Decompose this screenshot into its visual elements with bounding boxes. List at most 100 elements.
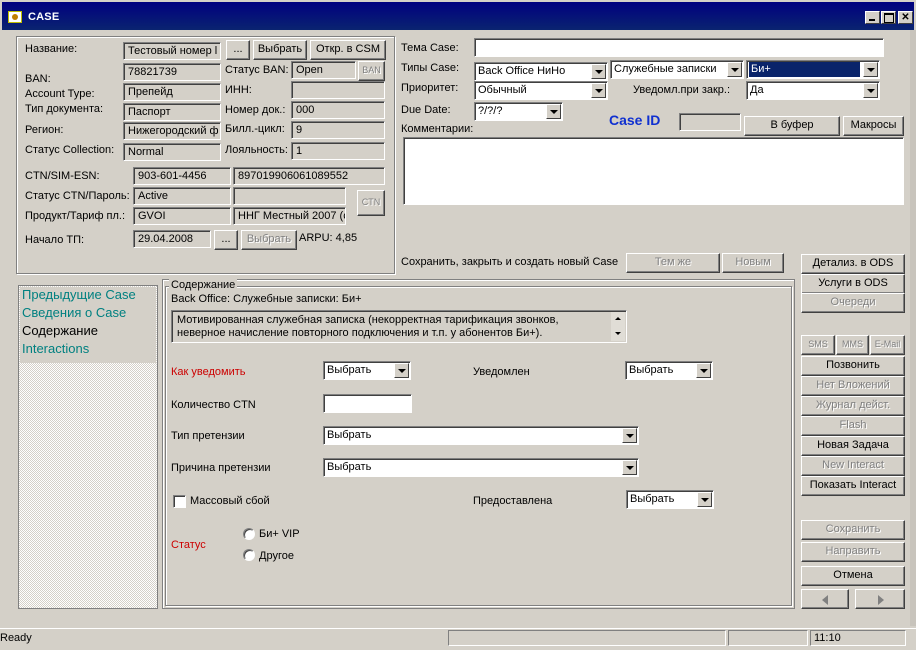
loyalty-field: 1 (291, 142, 385, 160)
email-button[interactable]: E-Mail (870, 335, 905, 355)
collection-label: Статус Collection: (25, 144, 115, 156)
chevron-down-icon[interactable] (696, 363, 711, 378)
status-radio-vip[interactable] (243, 528, 255, 540)
case-subject-input[interactable] (474, 38, 884, 57)
show-interact-button[interactable]: Показать Interact (801, 476, 905, 496)
chevron-down-icon[interactable] (863, 62, 878, 77)
send-button[interactable]: Направить (801, 542, 905, 562)
comments-label: Комментарии: (401, 123, 474, 135)
scroll-up-icon[interactable] (615, 317, 621, 320)
name-field: Тестовый номер l (123, 42, 221, 60)
ctn-field: 903-601-4456 (133, 167, 231, 185)
services-ods-button[interactable]: Услуги в ODS (801, 274, 905, 294)
how-notify-select[interactable]: Выбрать (323, 361, 411, 380)
notify-close-label: Уведомл.при закр.: (633, 84, 731, 96)
content-header: Back Office: Служебные записки: Би+ (171, 293, 362, 305)
chevron-down-icon[interactable] (591, 64, 606, 79)
mass-failure-checkbox[interactable] (173, 495, 186, 508)
priority-label: Приоритет: (401, 82, 459, 94)
ctn-count-input[interactable] (323, 394, 412, 413)
priority-select[interactable]: Обычный (474, 81, 608, 100)
ban-status-field: Open (291, 61, 356, 79)
nav-item-interactions[interactable]: Interactions (22, 341, 89, 356)
call-button[interactable]: Позвонить (801, 356, 905, 376)
chevron-down-icon[interactable] (622, 460, 637, 475)
case-subject-label: Тема Case: (401, 42, 459, 54)
tp-ellipsis-button[interactable]: ... (214, 230, 238, 250)
new-interact-button[interactable]: New Interact (801, 456, 905, 476)
chevron-down-icon[interactable] (697, 492, 712, 507)
cancel-button[interactable]: Отмена (801, 566, 905, 586)
window-title-bar[interactable]: CASE ✕ (2, 2, 914, 30)
queues-button[interactable]: Очереди (801, 293, 905, 313)
claim-type-select[interactable]: Выбрать (323, 426, 639, 445)
select-customer-button[interactable]: Выбрать (253, 40, 307, 60)
prev-arrow-button[interactable] (801, 589, 849, 609)
macros-button[interactable]: Макросы (843, 116, 904, 136)
ctn-status-field: Active (133, 187, 231, 205)
provided-label: Предоставлена (473, 495, 553, 507)
case-type2-select[interactable]: Служебные записки (610, 60, 744, 79)
provided-select[interactable]: Выбрать (626, 490, 714, 509)
tp-select-button[interactable]: Выбрать (241, 230, 297, 250)
chevron-down-icon[interactable] (394, 363, 409, 378)
claim-reason-select[interactable]: Выбрать (323, 458, 639, 477)
sim-field: 897019906061089552 (233, 167, 385, 185)
nav-item-case-details[interactable]: Сведения о Case (22, 305, 126, 320)
due-date-picker[interactable]: ?/?/? (474, 102, 563, 121)
status-clock: 11:10 (810, 630, 906, 646)
product-field: GVOI (133, 207, 231, 225)
flash-button[interactable]: Flash (801, 416, 905, 436)
close-button[interactable]: ✕ (898, 11, 913, 24)
nav-item-previous-cases[interactable]: Предыдущие Case (22, 287, 136, 302)
maximize-button[interactable] (881, 11, 896, 24)
tp-start-label: Начало ТП: (25, 234, 85, 246)
copy-to-buffer-button[interactable]: В буфер (744, 116, 840, 136)
status-option-other-label: Другое (259, 550, 294, 562)
save-button[interactable]: Сохранить (801, 520, 905, 540)
doc-type-field: Паспорт (123, 103, 221, 121)
status-panel-1 (448, 630, 726, 646)
account-type-field: Препейд (123, 83, 221, 101)
chevron-down-icon[interactable] (863, 83, 878, 98)
nav-item-content[interactable]: Содержание (22, 323, 98, 338)
new-case-same-button[interactable]: Тем же (626, 253, 720, 273)
new-case-new-button[interactable]: Новым (722, 253, 784, 273)
chevron-down-icon[interactable] (622, 428, 637, 443)
sms-button[interactable]: SMS (801, 335, 835, 355)
region-label: Регион: (25, 124, 64, 136)
minimize-button[interactable] (865, 11, 880, 24)
chevron-down-icon[interactable] (727, 62, 742, 77)
status-option-vip-label: Би+ VIP (259, 528, 300, 540)
due-date-label: Due Date: (401, 104, 451, 116)
no-attachments-button[interactable]: Нет Вложений (801, 376, 905, 396)
action-log-button[interactable]: Журнал дейст. (801, 396, 905, 416)
scroll-down-icon[interactable] (615, 332, 621, 335)
name-ellipsis-button[interactable]: ... (226, 40, 250, 60)
description-scrollbar[interactable] (611, 312, 625, 341)
status-radio-other[interactable] (243, 549, 255, 561)
product-label: Продукт/Тариф пл.: (25, 210, 126, 222)
chevron-down-icon[interactable] (591, 83, 606, 98)
details-ods-button[interactable]: Детализ. в ODS (801, 254, 905, 274)
case-type3-select[interactable]: Би+ (746, 60, 880, 79)
save-new-case-label: Сохранить, закрыть и создать новый Case (401, 256, 619, 268)
bill-cycle-field: 9 (291, 121, 385, 139)
description-line-2: неверное начисление повторного подключен… (177, 327, 543, 339)
mms-button[interactable]: MMS (836, 335, 869, 355)
notify-close-select[interactable]: Да (746, 81, 880, 100)
chevron-down-icon[interactable] (546, 104, 561, 119)
new-task-button[interactable]: Новая Задача (801, 436, 905, 456)
open-csm-button[interactable]: Откр. в CSM (310, 40, 386, 60)
doc-number-label: Номер док.: (225, 104, 286, 116)
next-arrow-button[interactable] (855, 589, 905, 609)
ctn-button[interactable]: CTN (357, 190, 385, 216)
ctn-count-label: Количество CTN (171, 399, 256, 411)
claim-reason-label: Причина претензии (171, 462, 271, 474)
notified-select[interactable]: Выбрать (625, 361, 713, 380)
ban-button[interactable]: BAN (358, 61, 385, 81)
case-type1-select[interactable]: Back Office НиНо (474, 62, 608, 81)
comments-textarea[interactable] (403, 137, 904, 205)
ctn-status-label: Статус CTN/Пароль: (25, 190, 130, 202)
ban-label: BAN: (25, 73, 51, 85)
